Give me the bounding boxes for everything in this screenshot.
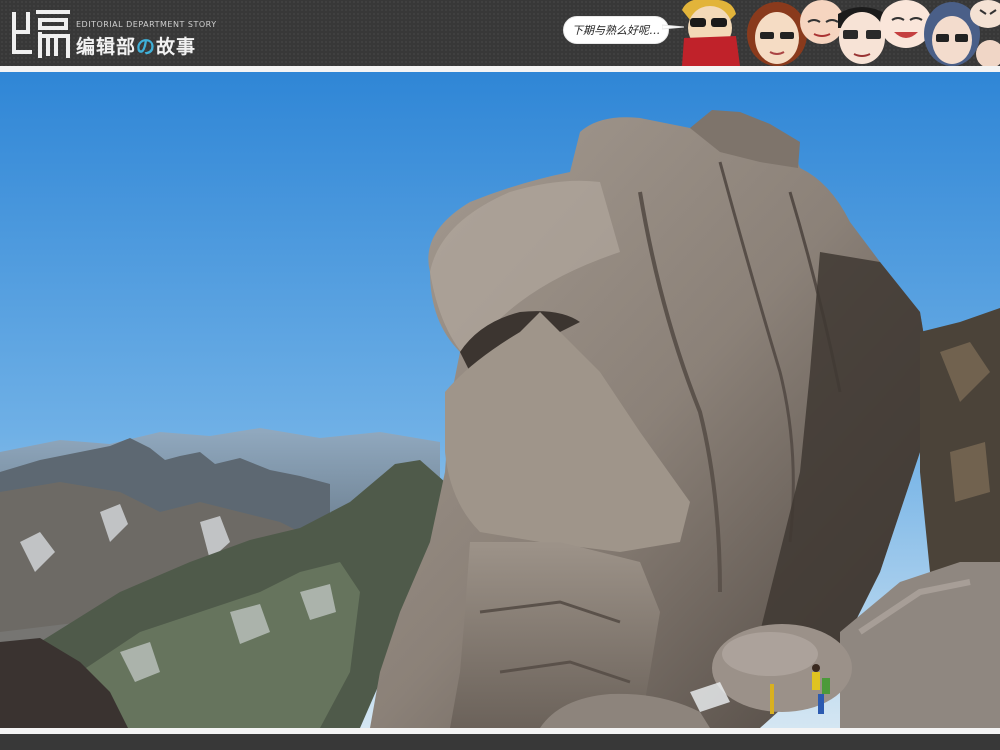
- face-round-smile-icon: [880, 0, 932, 48]
- logo-icon[interactable]: [8, 6, 72, 60]
- logo-cn-suffix: 故事: [156, 36, 197, 58]
- face-sunglasses-scarf-icon: [682, 0, 740, 66]
- main-photo: [0, 72, 1000, 728]
- logo-chinese-title: 编辑部の故事: [76, 32, 196, 59]
- face-long-hair-icon: [747, 2, 807, 66]
- speech-bubble: 下期与熟么好呢…: [563, 16, 669, 44]
- site-footer: [0, 734, 1000, 750]
- face-bald-man-icon: [800, 0, 844, 44]
- logo-cn-mid: の: [136, 36, 157, 58]
- mountain-rock-photo-image: [0, 72, 1000, 728]
- logo-english-tagline: EDITORIAL DEPARTMENT STORY: [76, 20, 217, 29]
- site-header: EDITORIAL DEPARTMENT STORY 编辑部の故事 下期与熟么好…: [0, 0, 1000, 66]
- logo-cn-prefix: 编辑部: [76, 36, 137, 58]
- cartoon-staff-faces: [682, 0, 1000, 66]
- face-black-hair-glasses-icon: [838, 7, 886, 64]
- speech-bubble-text: 下期与熟么好呢…: [572, 24, 660, 37]
